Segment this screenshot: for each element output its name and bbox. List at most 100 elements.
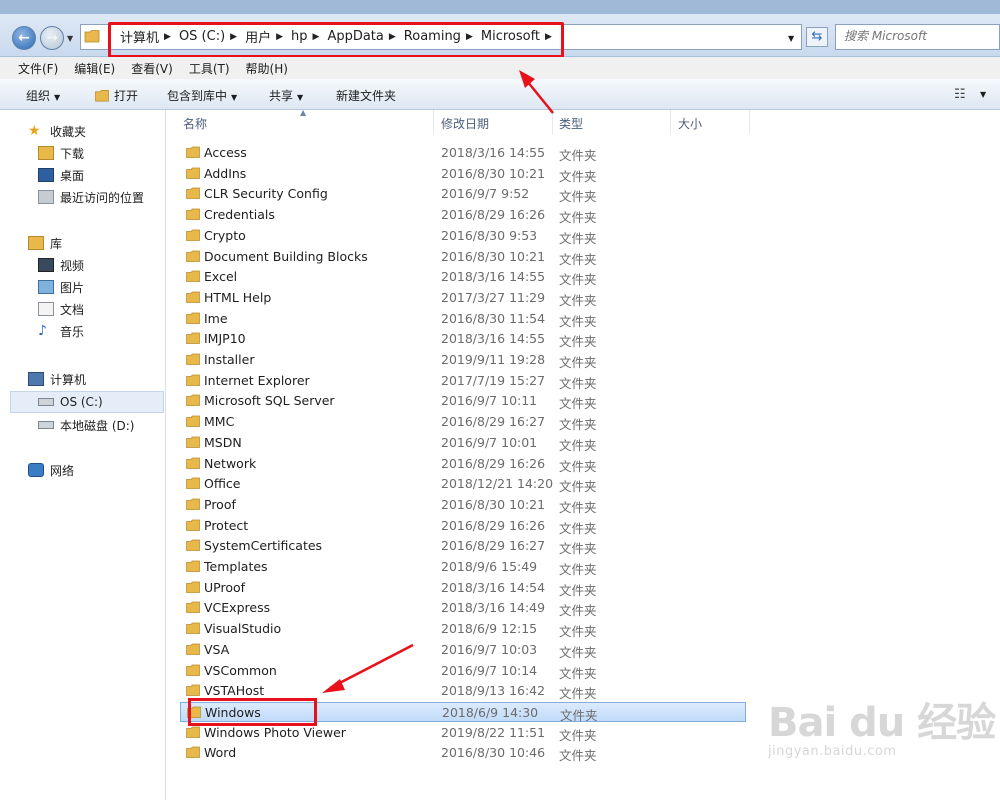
sidebar-item-favorites[interactable]: ★ 收藏夹 <box>0 120 193 142</box>
file-type: 文件夹 <box>559 272 597 288</box>
include-in-library-button[interactable]: 包含到库中 ▼ <box>167 87 237 104</box>
file-type: 文件夹 <box>559 541 597 557</box>
sidebar-item-downloads[interactable]: 下载 <box>0 142 203 164</box>
file-type: 文件夹 <box>559 624 597 640</box>
file-row[interactable]: SystemCertificates 2016/8/29 16:27 文件夹 <box>180 536 746 556</box>
file-row[interactable]: UProof 2018/3/16 14:54 文件夹 <box>180 578 746 598</box>
file-name: SystemCertificates <box>204 538 323 554</box>
column-divider <box>433 110 434 134</box>
sidebar-item-label: 最近访问的位置 <box>60 190 145 205</box>
file-type: 文件夹 <box>559 665 597 681</box>
view-options-icon[interactable]: ☷ <box>954 87 966 102</box>
window-top-strip <box>0 0 1000 14</box>
file-row[interactable]: Office 2018/12/21 14:20 文件夹 <box>180 474 746 494</box>
refresh-button[interactable]: ⇆ <box>806 27 828 47</box>
drive-icon <box>38 398 54 406</box>
chevron-down-icon[interactable]: ▼ <box>980 90 986 99</box>
new-folder-button[interactable]: 新建文件夹 <box>336 87 396 104</box>
sidebar-item-os-c[interactable]: OS (C:) <box>10 391 164 413</box>
file-type: 文件夹 <box>559 334 597 350</box>
file-row[interactable]: Protect 2016/8/29 16:26 文件夹 <box>180 516 746 536</box>
sidebar-item-libraries[interactable]: 库 <box>0 232 193 254</box>
file-row[interactable]: MSDN 2016/9/7 10:01 文件夹 <box>180 433 746 453</box>
file-row[interactable]: Access 2018/3/16 14:55 文件夹 <box>180 143 746 163</box>
folder-icon <box>186 188 200 200</box>
sidebar-item-local-disk-d[interactable]: 本地磁盘 (D:) <box>0 414 203 436</box>
menu-edit[interactable]: 编辑(E) <box>74 60 115 77</box>
file-row[interactable]: VCExpress 2018/3/16 14:49 文件夹 <box>180 598 746 618</box>
column-header-type[interactable]: 类型 <box>559 110 583 134</box>
file-date: 2018/6/9 14:30 <box>442 704 539 720</box>
file-name: HTML Help <box>204 289 272 305</box>
menu-view[interactable]: 查看(V) <box>131 60 173 77</box>
highlight-box-windows <box>188 698 317 726</box>
file-row[interactable]: HTML Help 2017/3/27 11:29 文件夹 <box>180 288 746 308</box>
file-row[interactable]: CLR Security Config 2016/9/7 9:52 文件夹 <box>180 184 746 204</box>
sidebar-item-label: 计算机 <box>50 372 87 387</box>
sidebar-item-label: 视频 <box>60 258 85 273</box>
recent-pages-dropdown[interactable]: ▼ <box>67 34 73 43</box>
file-name: VSTAHost <box>204 683 265 699</box>
sidebar-item-computer[interactable]: 计算机 <box>0 368 193 390</box>
file-row[interactable]: Proof 2016/8/30 10:21 文件夹 <box>180 495 746 515</box>
column-header-modified[interactable]: 修改日期 <box>441 110 489 134</box>
file-row[interactable]: Credentials 2016/8/29 16:26 文件夹 <box>180 205 746 225</box>
forward-button[interactable]: → <box>40 26 64 50</box>
menu-help[interactable]: 帮助(H) <box>246 60 288 77</box>
folder-icon <box>186 208 200 220</box>
column-header-name[interactable]: 名称 <box>183 110 207 134</box>
file-row[interactable]: VisualStudio 2018/6/9 12:15 文件夹 <box>180 619 746 639</box>
file-row[interactable]: Internet Explorer 2017/7/19 15:27 文件夹 <box>180 371 746 391</box>
sidebar-item-videos[interactable]: 视频 <box>0 254 203 276</box>
file-row[interactable]: Microsoft SQL Server 2016/9/7 10:11 文件夹 <box>180 391 746 411</box>
menu-file[interactable]: 文件(F) <box>18 60 58 77</box>
column-header-size[interactable]: 大小 <box>678 110 702 134</box>
recent-places-icon <box>38 190 54 204</box>
search-box[interactable] <box>835 24 1000 50</box>
back-button[interactable]: ← <box>12 26 36 50</box>
file-row[interactable]: AddIns 2016/8/30 10:21 文件夹 <box>180 164 746 184</box>
watermark: Bai du 经验 jingyan.baidu.com <box>768 690 996 759</box>
file-row[interactable]: Network 2016/8/29 16:26 文件夹 <box>180 454 746 474</box>
address-dropdown[interactable]: ▼ <box>788 34 794 43</box>
file-row[interactable]: IMJP10 2018/3/16 14:55 文件夹 <box>180 329 746 349</box>
file-type: 文件夹 <box>559 189 597 205</box>
file-type: 文件夹 <box>559 230 597 246</box>
highlight-box-address <box>108 22 564 58</box>
file-row[interactable]: Templates 2018/9/6 15:49 文件夹 <box>180 557 746 577</box>
folder-icon <box>84 30 100 43</box>
sidebar-item-pictures[interactable]: 图片 <box>0 276 203 298</box>
search-input[interactable] <box>842 28 996 44</box>
file-row[interactable]: Ime 2016/8/30 11:54 文件夹 <box>180 309 746 329</box>
folder-icon <box>186 395 200 407</box>
video-icon <box>38 258 54 272</box>
share-button[interactable]: 共享 ▼ <box>269 87 303 104</box>
file-row[interactable]: Installer 2019/9/11 19:28 文件夹 <box>180 350 746 370</box>
file-row[interactable]: Document Building Blocks 2016/8/30 10:21 文… <box>180 247 746 267</box>
folder-icon <box>186 581 200 593</box>
file-type: 文件夹 <box>559 499 597 515</box>
file-date: 2019/9/11 19:28 <box>441 352 546 367</box>
sidebar-item-label: 本地磁盘 (D:) <box>60 418 135 433</box>
open-button[interactable]: 打开 <box>94 87 138 104</box>
menu-tools[interactable]: 工具(T) <box>189 60 230 77</box>
file-row[interactable]: Word 2016/8/30 10:46 文件夹 <box>180 743 746 763</box>
sidebar-item-desktop[interactable]: 桌面 <box>0 164 203 186</box>
file-row[interactable]: Crypto 2016/8/30 9:53 文件夹 <box>180 226 746 246</box>
file-row[interactable]: Excel 2018/3/16 14:55 文件夹 <box>180 267 746 287</box>
sidebar-item-recent-places[interactable]: 最近访问的位置 <box>0 186 203 208</box>
file-date: 2016/8/30 10:21 <box>441 248 546 264</box>
sidebar-item-documents[interactable]: 文档 <box>0 298 203 320</box>
file-date: 2016/8/30 11:54 <box>441 310 546 326</box>
file-name: Network <box>204 455 257 471</box>
chevron-down-icon: ▼ <box>297 93 304 102</box>
file-row[interactable]: VSA 2016/9/7 10:03 文件夹 <box>180 640 746 660</box>
file-name: VSA <box>204 641 230 657</box>
sidebar-item-network[interactable]: 网络 <box>0 459 193 481</box>
file-row[interactable]: MMC 2016/8/29 16:27 文件夹 <box>180 412 746 432</box>
sidebar-item-music[interactable]: ♪ 音乐 <box>0 320 203 342</box>
file-name: Excel <box>204 269 238 285</box>
organize-button[interactable]: 组织 ▼ <box>26 87 60 104</box>
file-date: 2017/3/27 11:29 <box>441 289 546 305</box>
file-row[interactable]: VSCommon 2016/9/7 10:14 文件夹 <box>180 661 746 681</box>
